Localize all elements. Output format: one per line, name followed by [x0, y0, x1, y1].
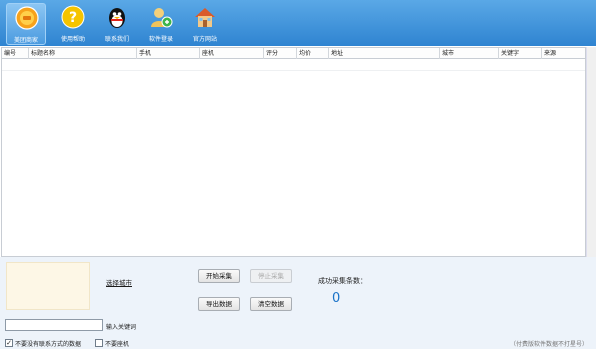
toolbar-label: 联系我们	[104, 36, 129, 43]
toolbar-label: 美团商家	[13, 37, 38, 44]
help-question-icon: ?	[61, 5, 85, 29]
success-count-value: 0	[332, 291, 341, 306]
column-header[interactable]: 编号	[2, 48, 29, 59]
keyword-label: 输入关键词	[106, 324, 137, 331]
table-row[interactable]	[2, 60, 585, 71]
no-landline-checkbox[interactable]	[95, 339, 103, 347]
user-login-icon	[151, 8, 173, 28]
column-header[interactable]: 来源	[542, 48, 586, 59]
toolbar: 美团商家 ? 使用帮助 联系我们 软件登录 官方网站	[0, 0, 596, 46]
start-collect-button[interactable]: 开始采集	[198, 269, 240, 283]
grid-header: 编号 标题名称 手机 座机 评分 均价 地址 城市 关键字 来源	[2, 48, 585, 59]
house-icon	[195, 8, 215, 27]
tab-help[interactable]: ? 使用帮助	[53, 3, 93, 45]
column-header[interactable]: 关键字	[499, 48, 542, 59]
column-header[interactable]: 评分	[264, 48, 297, 59]
tab-software-login[interactable]: 软件登录	[141, 3, 181, 45]
clear-data-button[interactable]: 清空数据	[250, 297, 292, 311]
no-landline-label: 不要座机	[105, 341, 130, 348]
tab-contact-us[interactable]: 联系我们	[97, 3, 137, 45]
toolbar-label: 官方网站	[192, 36, 217, 43]
tab-meituan-merchants[interactable]: 美团商家	[6, 3, 46, 45]
paid-version-note: （付费版软件数据不打星号）	[510, 341, 589, 348]
column-header[interactable]: 手机	[137, 48, 200, 59]
svg-text:?: ?	[69, 10, 77, 26]
column-header[interactable]: 均价	[297, 48, 329, 59]
success-count-label: 成功采集条数：	[318, 277, 367, 285]
stop-collect-button[interactable]: 停止采集	[250, 269, 292, 283]
no-contact-label: 不要没有联系方式的数据	[15, 341, 82, 348]
column-header[interactable]: 城市	[440, 48, 499, 59]
column-header[interactable]: 地址	[329, 48, 440, 59]
no-contact-checkbox[interactable]: ✓	[5, 339, 13, 347]
qq-penguin-icon	[109, 8, 125, 28]
column-header[interactable]: 座机	[200, 48, 264, 59]
data-grid[interactable]: 编号 标题名称 手机 座机 评分 均价 地址 城市 关键字 来源	[1, 47, 586, 257]
city-list-box[interactable]	[6, 262, 90, 310]
toolbar-label: 软件登录	[148, 36, 173, 43]
column-header[interactable]: 标题名称	[29, 48, 137, 59]
toolbar-label: 使用帮助	[60, 36, 85, 43]
control-panel: 选择城市 开始采集 停止采集 导出数据 清空数据 成功采集条数： 0 输入关键词…	[0, 257, 596, 349]
meituan-logo-icon	[15, 6, 39, 30]
export-data-button[interactable]: 导出数据	[198, 297, 240, 311]
select-city-link[interactable]: 选择城市	[106, 277, 132, 287]
tab-official-site[interactable]: 官方网站	[185, 3, 225, 45]
vertical-scrollbar[interactable]	[586, 47, 596, 257]
keyword-input[interactable]	[5, 319, 103, 331]
